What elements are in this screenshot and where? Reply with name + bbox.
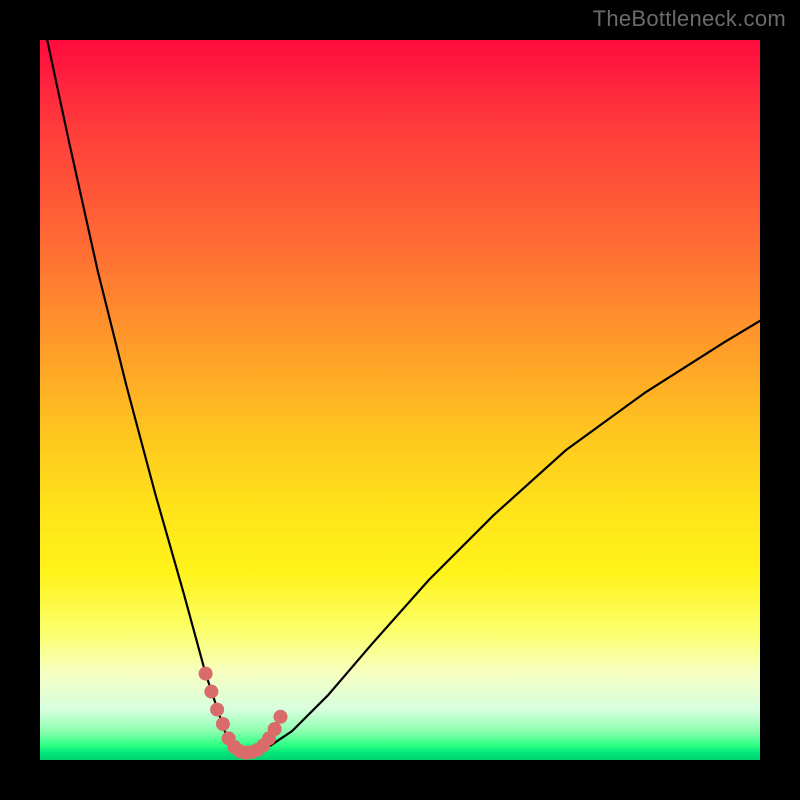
plot-area	[40, 40, 760, 760]
valley-dot	[210, 703, 224, 717]
watermark-text: TheBottleneck.com	[593, 6, 786, 32]
valley-dot	[216, 717, 230, 731]
valley-marker	[199, 667, 288, 760]
valley-dot	[204, 685, 218, 699]
chart-frame: TheBottleneck.com	[0, 0, 800, 800]
valley-dot	[199, 667, 213, 681]
bottleneck-curve	[47, 40, 760, 753]
curve-svg	[40, 40, 760, 760]
valley-dot	[268, 722, 282, 736]
valley-dot	[274, 710, 288, 724]
